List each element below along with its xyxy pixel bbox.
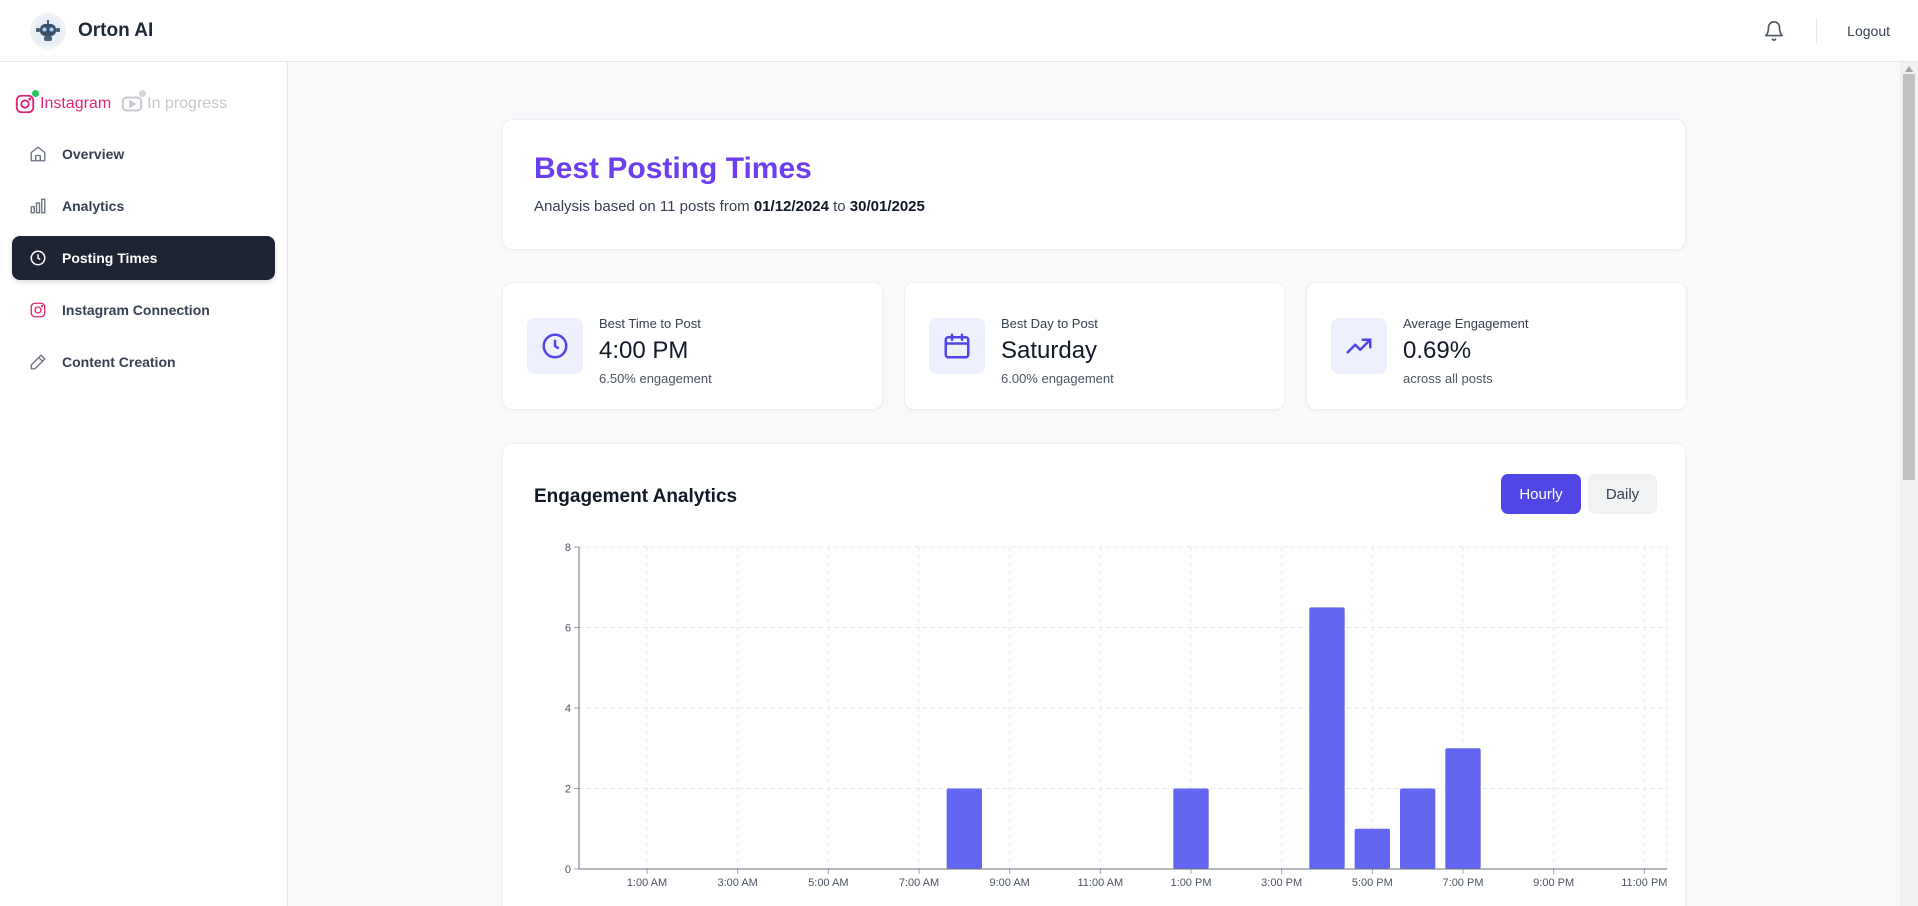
status-dot — [32, 90, 39, 97]
bell-icon[interactable] — [1762, 19, 1786, 43]
sidebar-item-label: Analytics — [62, 198, 125, 214]
stat-subtext: across all posts — [1403, 371, 1493, 386]
instagram-icon — [14, 90, 39, 115]
scroll-thumb[interactable] — [1903, 74, 1915, 480]
trending-up-icon — [1331, 318, 1387, 374]
engagement-bar-chart: 0 2 4 6 8 1:00 AM 3:00 AM 5:00 AM 7:00 AM 9:00 AM… — [565, 542, 1668, 889]
sidebar-item-label: Overview — [62, 146, 125, 162]
stat-value: 4:00 PM — [599, 337, 689, 364]
x-tick-label: 11:00 AM — [1077, 877, 1123, 889]
x-tick-label: 1:00 PM — [1171, 877, 1212, 889]
x-tick-label: 7:00 AM — [899, 877, 939, 889]
clock-icon — [28, 248, 48, 268]
x-tick-label: 1:00 AM — [627, 877, 667, 889]
bar — [1309, 607, 1345, 869]
stat-label: Average Engagement — [1403, 316, 1529, 331]
y-tick-label: 4 — [565, 703, 571, 715]
stat-value: Saturday — [1001, 337, 1098, 364]
home-icon — [28, 144, 48, 164]
sidebar-item-instagram-connection[interactable]: Instagram Connection — [12, 288, 275, 332]
stat-label: Best Day to Post — [1001, 316, 1098, 331]
stat-label: Best Time to Post — [599, 316, 701, 331]
y-tick-label: 0 — [565, 864, 571, 876]
bar-chart-icon — [28, 196, 48, 216]
sidebar-item-label: Content Creation — [62, 354, 176, 370]
date-to: 30/01/2025 — [849, 198, 925, 215]
app-name: Orton AI — [78, 19, 154, 41]
subtitle-prefix: Analysis based on 11 posts from — [534, 198, 750, 215]
x-tick-label: 3:00 PM — [1261, 877, 1302, 889]
sidebar-item-label: Posting Times — [62, 250, 158, 266]
date-from: 01/12/2024 — [753, 198, 829, 215]
header-card: Best Posting Times Analysis based on 11 … — [502, 119, 1686, 250]
platform-label: Instagram — [40, 95, 112, 112]
status-dot — [139, 90, 147, 97]
page-scrollbar[interactable] — [1900, 62, 1918, 906]
x-tick-label: 9:00 AM — [989, 877, 1029, 889]
engagement-analytics-card: Engagement Analytics Hourly Daily 024681… — [502, 443, 1686, 906]
x-tick-label: 5:00 PM — [1352, 877, 1393, 889]
sidebar-item-content-creation[interactable]: Content Creation — [12, 340, 275, 384]
x-tick-label: 9:00 PM — [1533, 877, 1574, 889]
brand[interactable]: Orton AI — [30, 12, 154, 49]
stat-subtext: 6.50% engagement — [599, 371, 712, 386]
bar — [946, 788, 983, 869]
platform-youtube[interactable]: In progress — [121, 90, 228, 115]
bar — [1445, 748, 1481, 869]
x-tick-label: 11:00 PM — [1621, 877, 1667, 889]
stat-card-average-engagement: Average Engagement 0.69% across all post… — [1306, 282, 1687, 410]
stat-card-best-day: Best Day to Post Saturday 6.00% engageme… — [904, 282, 1285, 410]
sidebar-item-posting-times[interactable]: Posting Times — [12, 236, 275, 280]
sidebar-item-analytics[interactable]: Analytics — [12, 184, 275, 228]
y-tick-label: 2 — [565, 784, 571, 796]
subtitle-mid: to — [833, 198, 846, 215]
page-title: Best Posting Times — [534, 152, 812, 185]
bar — [1354, 828, 1391, 869]
x-tick-label: 3:00 AM — [717, 877, 757, 889]
sidebar: Instagram In progress Overview Analytics… — [0, 62, 288, 906]
sidebar-nav: Overview Analytics Posting Times Instagr… — [0, 132, 287, 384]
instagram-icon — [28, 300, 48, 320]
y-tick-label: 8 — [565, 542, 571, 554]
platform-label: In progress — [147, 95, 228, 112]
clock-icon — [527, 318, 583, 374]
robot-logo-icon — [30, 12, 66, 49]
platform-switcher: Instagram In progress — [0, 62, 287, 124]
page-subtitle: Analysis based on 11 posts from 01/12/20… — [534, 198, 1685, 215]
x-tick-label: 5:00 AM — [808, 877, 848, 889]
y-tick-label: 6 — [565, 623, 571, 635]
sidebar-item-overview[interactable]: Overview — [12, 132, 275, 176]
top-bar: Orton AI Logout — [0, 0, 1918, 62]
bar — [1399, 788, 1436, 869]
x-tick-label: 7:00 PM — [1443, 877, 1484, 889]
bar — [1173, 788, 1209, 869]
stat-subtext: 6.00% engagement — [1001, 371, 1114, 386]
stat-card-best-time: Best Time to Post 4:00 PM 6.50% engageme… — [502, 282, 883, 410]
sidebar-item-label: Instagram Connection — [62, 302, 210, 318]
youtube-icon — [121, 90, 147, 115]
platform-instagram[interactable]: Instagram — [14, 90, 112, 115]
divider — [1816, 18, 1818, 44]
stat-value: 0.69% — [1403, 337, 1472, 364]
pencil-icon — [28, 352, 48, 372]
calendar-icon — [929, 318, 985, 374]
logout-button[interactable]: Logout — [1847, 23, 1890, 39]
